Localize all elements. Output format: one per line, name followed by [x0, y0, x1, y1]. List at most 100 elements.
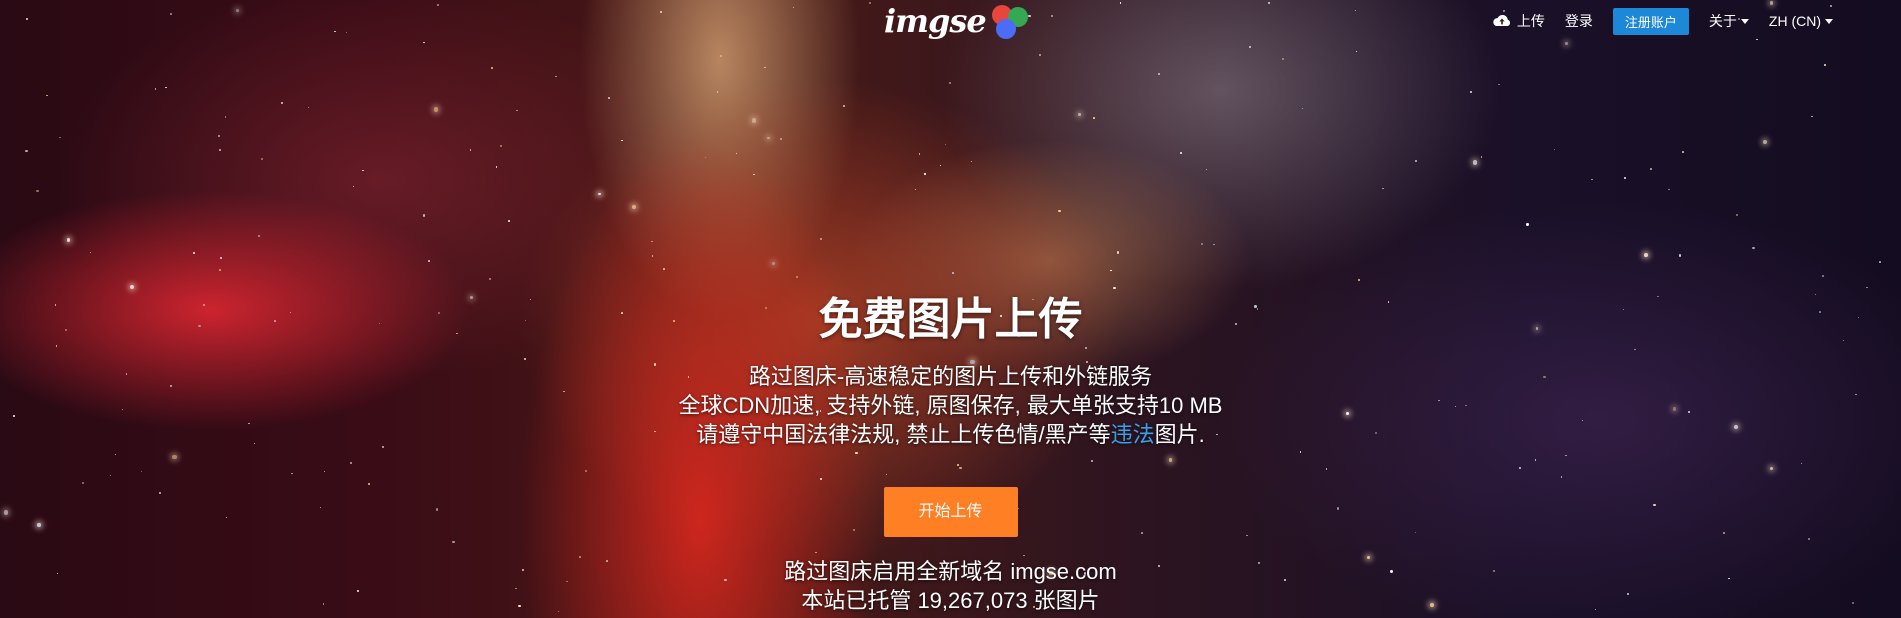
star [516, 110, 518, 112]
star [555, 75, 557, 78]
star [652, 255, 654, 257]
star [795, 276, 798, 279]
star [507, 219, 510, 222]
star [1381, 187, 1384, 190]
star [1498, 83, 1500, 86]
chevron-down-icon [1740, 18, 1749, 24]
star [1116, 251, 1120, 254]
star [632, 205, 636, 210]
hero-title: 免费图片上传 [818, 295, 1083, 344]
star [915, 189, 917, 191]
star [1822, 275, 1825, 278]
star [1763, 140, 1768, 145]
star [428, 260, 430, 262]
star [362, 170, 364, 172]
star [819, 237, 822, 240]
star [495, 166, 498, 168]
star [1472, 160, 1477, 165]
star [1200, 242, 1203, 245]
language-dropdown[interactable]: ZH (CN) [1769, 13, 1833, 29]
nav-about-label: 关于 [1708, 13, 1737, 29]
star [651, 240, 653, 243]
hero-description: 路过图床-高速稳定的图片上传和外链服务 全球CDN加速, 支持外链, 原图保存,… [0, 362, 1901, 449]
star [1093, 117, 1095, 119]
nav-login-label: 登录 [1564, 13, 1593, 29]
star [308, 107, 310, 109]
star [764, 66, 766, 68]
star [1469, 90, 1472, 93]
star [66, 238, 71, 242]
star [260, 158, 263, 160]
star [1039, 54, 1041, 56]
nav-right: 上传 登录 注册账户 关于 ZH (CN) [1472, 7, 1833, 35]
star [918, 153, 920, 155]
star [469, 149, 472, 151]
star [220, 257, 222, 259]
star [1681, 151, 1684, 154]
star [779, 137, 782, 140]
star [1058, 209, 1061, 213]
star [433, 107, 439, 112]
star [1205, 168, 1207, 170]
star [257, 234, 260, 237]
star [500, 144, 503, 147]
star [751, 118, 757, 123]
logo-text: imgse [884, 2, 987, 40]
star [608, 97, 610, 99]
star [281, 102, 283, 104]
star [621, 139, 623, 141]
hero-footer: 路过图床启用全新域名 imgse.com 本站已托管 19,267,073 张图… [0, 557, 1901, 615]
star [1878, 261, 1881, 264]
chevron-down-icon [1825, 18, 1833, 24]
star [25, 150, 28, 153]
star [843, 105, 845, 107]
nav-about-dropdown[interactable]: 关于 [1709, 11, 1749, 31]
star [704, 157, 707, 159]
register-button[interactable]: 注册账户 [1612, 7, 1689, 35]
star [219, 269, 221, 272]
star [165, 86, 167, 89]
star [36, 189, 39, 192]
star [1357, 279, 1360, 282]
star [1668, 188, 1670, 191]
star [59, 136, 61, 138]
star [1554, 148, 1556, 151]
star [772, 261, 775, 265]
top-navbar: imgse 上传 登录 注册账户 关于 ZH (CN) [0, 0, 1901, 42]
star [716, 91, 719, 93]
hero-line-1: 路过图床-高速稳定的图片上传和外链服务 [748, 364, 1153, 389]
star [1526, 223, 1529, 226]
illegal-content-link[interactable]: 违法 [1111, 422, 1155, 447]
star [1735, 214, 1738, 217]
start-upload-label: 开始上传 [918, 503, 983, 520]
star [940, 165, 942, 167]
star [224, 116, 226, 118]
star [1752, 246, 1755, 250]
star [1811, 115, 1813, 118]
star [46, 94, 48, 96]
star [129, 284, 134, 289]
hero-line-3: 请遵守中国法律法规, 禁止上传色情/黑产等违法图片. [0, 420, 1901, 449]
star [1643, 253, 1648, 258]
start-upload-button[interactable]: 开始上传 [883, 487, 1018, 537]
star [1823, 64, 1826, 66]
star [218, 149, 221, 152]
star [422, 214, 426, 217]
hero-line-3-suffix: 图片. [1154, 422, 1205, 447]
star [1414, 159, 1418, 163]
nav-upload-label: 上传 [1516, 13, 1545, 29]
star [154, 88, 157, 90]
star [1282, 58, 1285, 61]
star [1302, 108, 1304, 110]
star [217, 134, 220, 137]
cloud-upload-icon [1493, 14, 1510, 26]
site-logo[interactable]: imgse [884, 0, 1030, 42]
star [1179, 151, 1183, 155]
page-background: imgse 上传 登录 注册账户 关于 ZH (CN) 免费图片上传 路过图床-… [0, 0, 1901, 618]
star [1078, 113, 1082, 117]
star [353, 186, 355, 188]
nav-login-link[interactable]: 登录 [1565, 11, 1593, 31]
star [1110, 269, 1112, 272]
nav-upload-link[interactable]: 上传 [1492, 11, 1545, 31]
star [1591, 178, 1593, 181]
